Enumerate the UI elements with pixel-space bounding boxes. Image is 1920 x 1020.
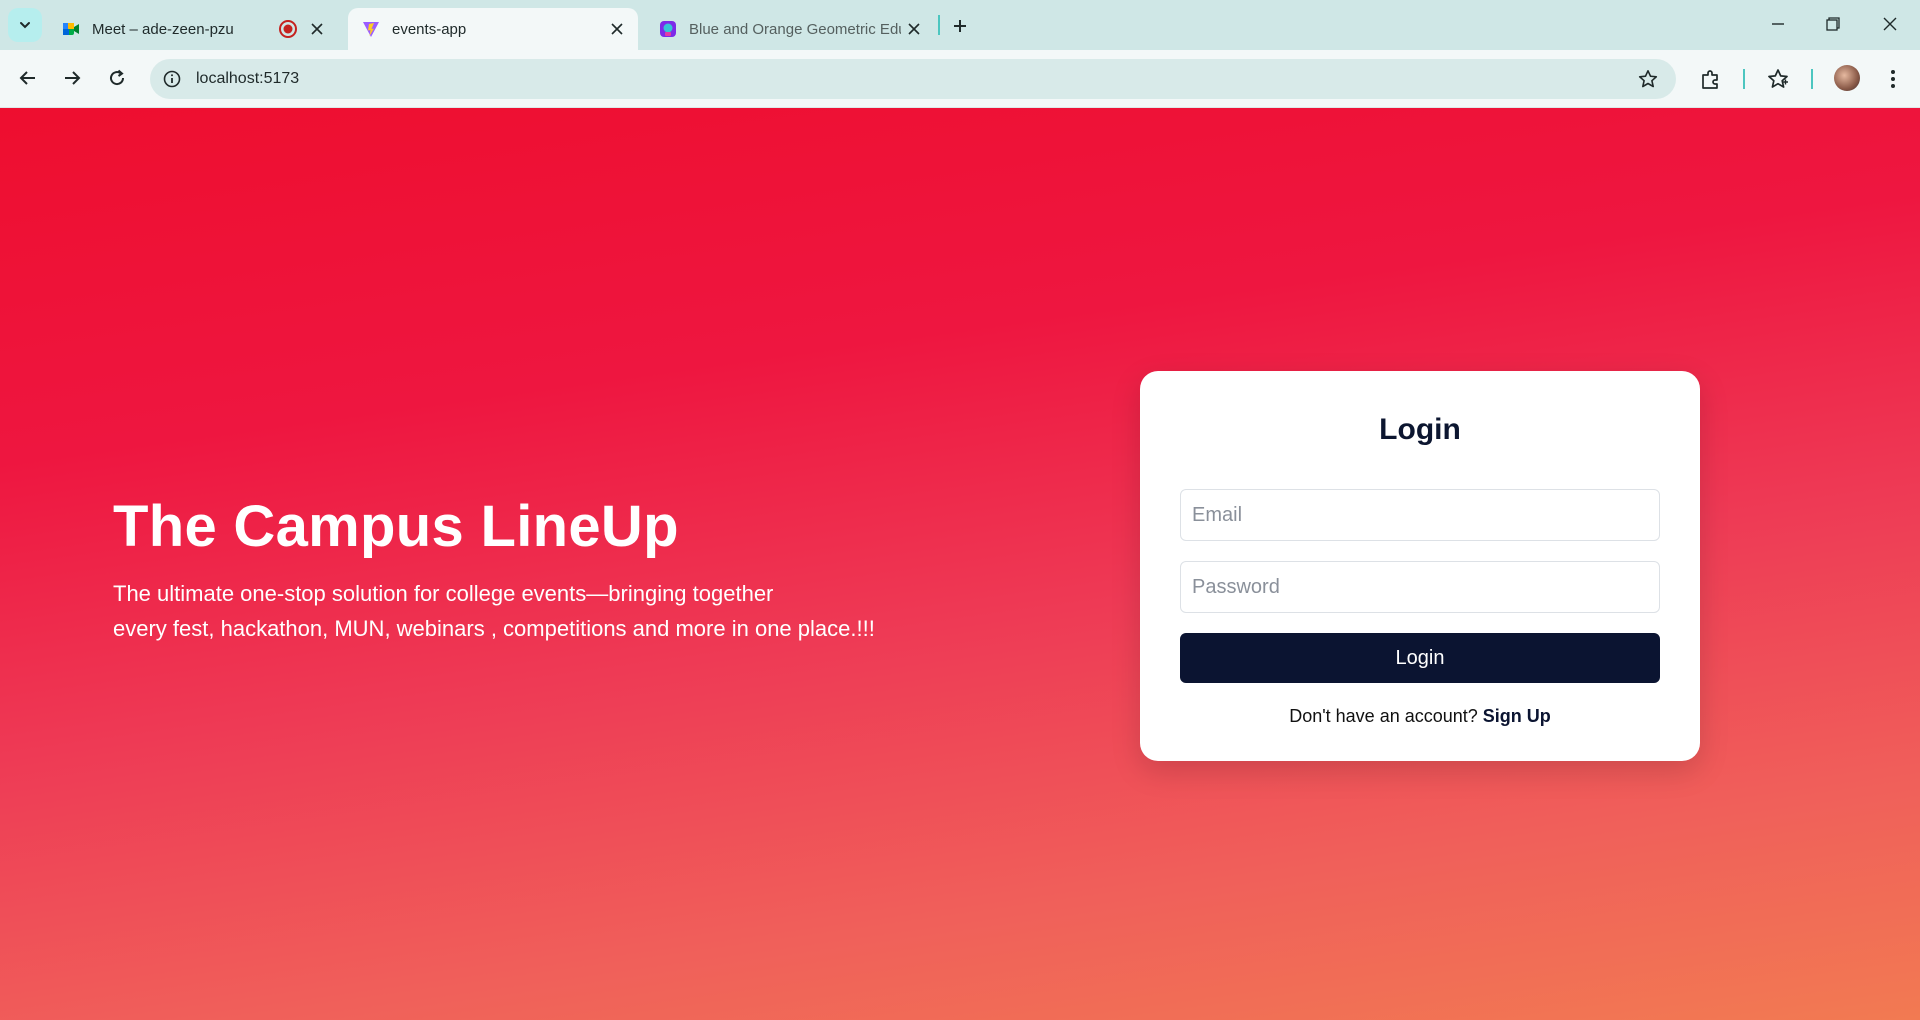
canva-icon — [660, 21, 676, 37]
tab-close-button[interactable] — [901, 16, 927, 42]
address-bar[interactable]: localhost:5173 — [150, 59, 1676, 99]
password-field[interactable] — [1180, 561, 1660, 613]
hero-title: The Campus LineUp — [113, 494, 679, 559]
star-icon — [1638, 70, 1658, 88]
recording-icon — [279, 20, 297, 38]
tab-title: Blue and Orange Geometric Edu — [689, 20, 901, 38]
restore-button[interactable] — [1815, 8, 1851, 40]
bookmarks-icon — [1768, 69, 1788, 88]
address-url[interactable]: localhost:5173 — [196, 70, 299, 88]
toolbar-separator — [1811, 69, 1813, 89]
minimize-icon — [1772, 23, 1784, 25]
close-icon — [1883, 17, 1897, 31]
bookmark-star-button[interactable] — [1636, 67, 1660, 91]
bookmarks-button[interactable] — [1763, 64, 1793, 94]
page-background: The Campus LineUp The ultimate one-stop … — [0, 108, 1920, 1020]
tab-canva[interactable]: Blue and Orange Geometric Edu — [645, 8, 935, 50]
signup-prompt: Don't have an account? Sign Up — [1140, 706, 1700, 727]
back-button[interactable] — [12, 62, 44, 94]
meet-icon — [63, 23, 79, 35]
site-info-button[interactable] — [162, 69, 182, 89]
reload-button[interactable] — [101, 62, 133, 94]
hero-subtitle-line-2: every fest, hackathon, MUN, webinars , c… — [113, 616, 875, 641]
forward-arrow-icon — [65, 71, 81, 85]
plus-icon — [954, 20, 966, 32]
tab-meet[interactable]: Meet – ade-zeen-pzu — [48, 8, 338, 50]
new-tab-button[interactable] — [946, 12, 974, 40]
tab-events-app[interactable]: events-app — [348, 8, 638, 50]
sign-up-link[interactable]: Sign Up — [1483, 706, 1551, 726]
tab-close-button[interactable] — [304, 16, 330, 42]
hero-subtitle: The ultimate one-stop solution for colle… — [113, 576, 913, 646]
menu-icon — [1891, 70, 1895, 88]
close-icon — [908, 23, 920, 35]
hero-section: The Campus LineUp The ultimate one-stop … — [113, 493, 913, 646]
tab-search-button[interactable] — [8, 8, 42, 42]
restore-icon — [1826, 17, 1840, 31]
toolbar-separator — [1743, 69, 1745, 89]
browser-tabstrip: Meet – ade-zeen-pzu events-app Blue and … — [0, 0, 1920, 50]
extensions-icon — [1702, 70, 1718, 89]
minimize-button[interactable] — [1760, 8, 1796, 40]
avatar[interactable] — [1834, 65, 1860, 91]
browser-toolbar: localhost:5173 — [0, 50, 1920, 108]
login-title: Login — [1379, 413, 1461, 446]
browser-menu-button[interactable] — [1878, 64, 1908, 94]
forward-button[interactable] — [56, 62, 88, 94]
tab-close-button[interactable] — [604, 16, 630, 42]
tab-title: events-app — [392, 20, 467, 38]
email-field[interactable] — [1180, 489, 1660, 541]
tab-separator — [938, 15, 940, 35]
close-window-button[interactable] — [1872, 8, 1908, 40]
info-icon — [163, 70, 181, 88]
reload-icon — [110, 69, 125, 86]
login-button[interactable]: Login — [1180, 633, 1660, 683]
tab-title: Meet – ade-zeen-pzu — [92, 20, 234, 38]
login-card: Login Login Don't have an account? Sign … — [1140, 371, 1700, 761]
back-arrow-icon — [19, 71, 35, 85]
extensions-button[interactable] — [1696, 64, 1726, 94]
hero-subtitle-line-1: The ultimate one-stop solution for colle… — [113, 581, 774, 606]
vite-icon — [363, 22, 379, 37]
close-icon — [311, 23, 323, 35]
chevron-down-icon — [20, 22, 30, 29]
close-icon — [611, 23, 623, 35]
signup-prompt-text: Don't have an account? — [1289, 706, 1478, 726]
